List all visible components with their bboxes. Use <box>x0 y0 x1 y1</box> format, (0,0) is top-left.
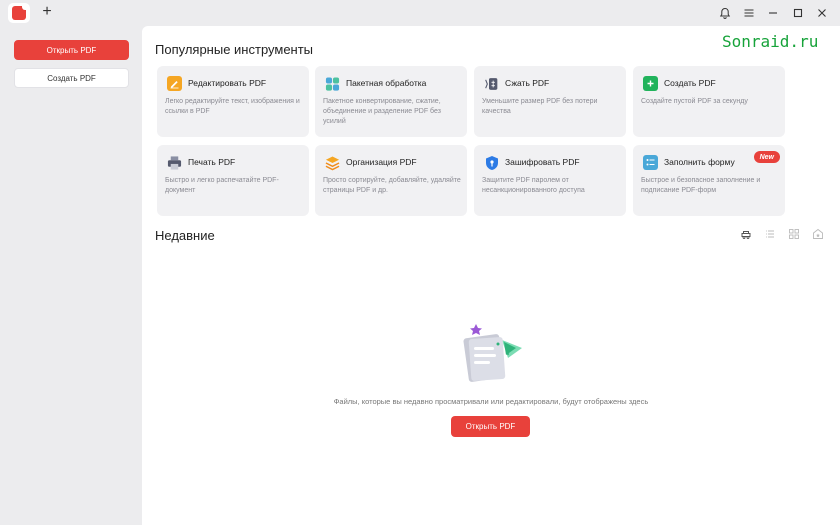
bell-icon[interactable] <box>716 4 734 22</box>
tool-card-desc: Пакетное конвертирование, сжатие, объеди… <box>323 98 441 125</box>
form-icon <box>643 155 658 170</box>
tool-card-title: Печать PDF <box>188 157 236 167</box>
new-badge: New <box>753 151 780 163</box>
tool-card-desc: Просто сортируйте, добавляйте, удаляйте … <box>323 177 461 194</box>
tool-card-title: Организация PDF <box>346 157 417 167</box>
tool-card-title: Сжать PDF <box>505 78 550 88</box>
close-icon[interactable] <box>813 4 831 22</box>
open-pdf-button[interactable]: Открыть PDF <box>14 40 129 60</box>
tool-card-create[interactable]: Создать PDF Создайте пустой PDF за секун… <box>633 66 785 137</box>
tool-card-print[interactable]: Печать PDF Быстро и легко распечатайте P… <box>157 145 309 216</box>
organize-icon <box>325 155 340 170</box>
tool-card-encrypt[interactable]: Зашифровать PDF Защитите PDF паролем от … <box>474 145 626 216</box>
grid-view-icon[interactable] <box>788 228 800 240</box>
title-bar: + <box>0 0 840 26</box>
recent-title: Недавние <box>155 228 215 243</box>
list-view-icon[interactable] <box>764 228 776 240</box>
menu-icon[interactable] <box>740 4 758 22</box>
sidebar: Открыть PDF Создать PDF <box>0 26 142 525</box>
maximize-icon[interactable] <box>789 4 807 22</box>
open-pdf-button-center[interactable]: Открыть PDF <box>451 416 530 437</box>
tool-card-title: Редактировать PDF <box>188 78 267 88</box>
minimize-icon[interactable] <box>764 4 782 22</box>
empty-state-illustration <box>462 322 524 384</box>
tool-card-form[interactable]: Заполнить форму New Быстрое и безопасное… <box>633 145 785 216</box>
create-icon <box>643 76 658 91</box>
empty-state-text: Файлы, которые вы недавно просматривали … <box>333 397 649 406</box>
new-tab-button[interactable]: + <box>40 3 54 21</box>
tool-card-desc: Быстрое и безопасное заполнение и подпис… <box>641 177 761 194</box>
print-icon <box>167 155 182 170</box>
watermark: Sonraid.ru <box>722 32 819 51</box>
tool-card-batch[interactable]: Пакетная обработка Пакетное конвертирова… <box>315 66 467 137</box>
tool-card-title: Создать PDF <box>664 78 716 88</box>
starred-icon[interactable] <box>812 228 824 240</box>
create-pdf-button[interactable]: Создать PDF <box>14 68 129 88</box>
edit-icon <box>167 76 182 91</box>
app-logo <box>8 3 30 23</box>
tool-card-desc: Уменьшите размер PDF без потери качества <box>482 98 598 115</box>
tool-card-desc: Быстро и легко распечатайте PDF-документ <box>165 177 279 194</box>
batch-icon <box>325 76 340 91</box>
tool-card-edit[interactable]: Редактировать PDF Легко редактируйте тек… <box>157 66 309 137</box>
tool-card-desc: Защитите PDF паролем от несанкционирован… <box>482 177 585 194</box>
tool-card-organize[interactable]: Организация PDF Просто сортируйте, добав… <box>315 145 467 216</box>
cloud-icon[interactable] <box>740 228 752 240</box>
tool-card-title: Заполнить форму <box>664 157 735 167</box>
tool-card-title: Зашифровать PDF <box>505 157 580 167</box>
tool-card-compress[interactable]: Сжать PDF Уменьшите размер PDF без потер… <box>474 66 626 137</box>
popular-tools-title: Популярные инструменты <box>155 42 314 57</box>
encrypt-icon <box>484 155 499 170</box>
compress-icon <box>484 76 499 91</box>
tool-card-desc: Создайте пустой PDF за секунду <box>641 98 748 105</box>
tool-card-desc: Легко редактируйте текст, изображения и … <box>165 98 300 115</box>
tool-card-title: Пакетная обработка <box>346 78 427 88</box>
